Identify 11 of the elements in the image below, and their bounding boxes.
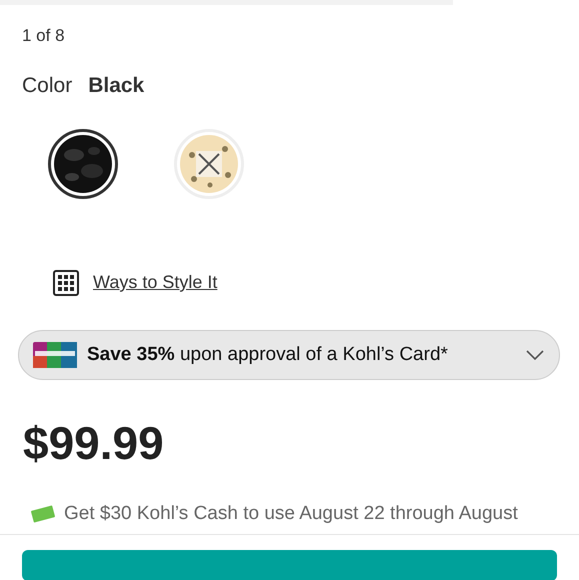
style-link[interactable]: Ways to Style It xyxy=(93,269,218,296)
color-swatch[interactable] xyxy=(48,129,118,199)
color-label: Color xyxy=(22,74,72,96)
store-card-icon xyxy=(33,342,77,368)
image-counter: 1 of 8 xyxy=(22,25,66,47)
price: $99.99 xyxy=(23,420,165,466)
promo-text: Save 35% upon approval of a Kohl’s Card* xyxy=(87,342,449,367)
color-value: Black xyxy=(88,74,144,96)
cash-offer-text: Get $30 Kohl’s Cash to use August 22 through August xyxy=(64,502,518,526)
grid-icon xyxy=(53,270,79,296)
promo-banner[interactable]: Save 35% upon approval of a Kohl’s Card* xyxy=(18,330,560,380)
